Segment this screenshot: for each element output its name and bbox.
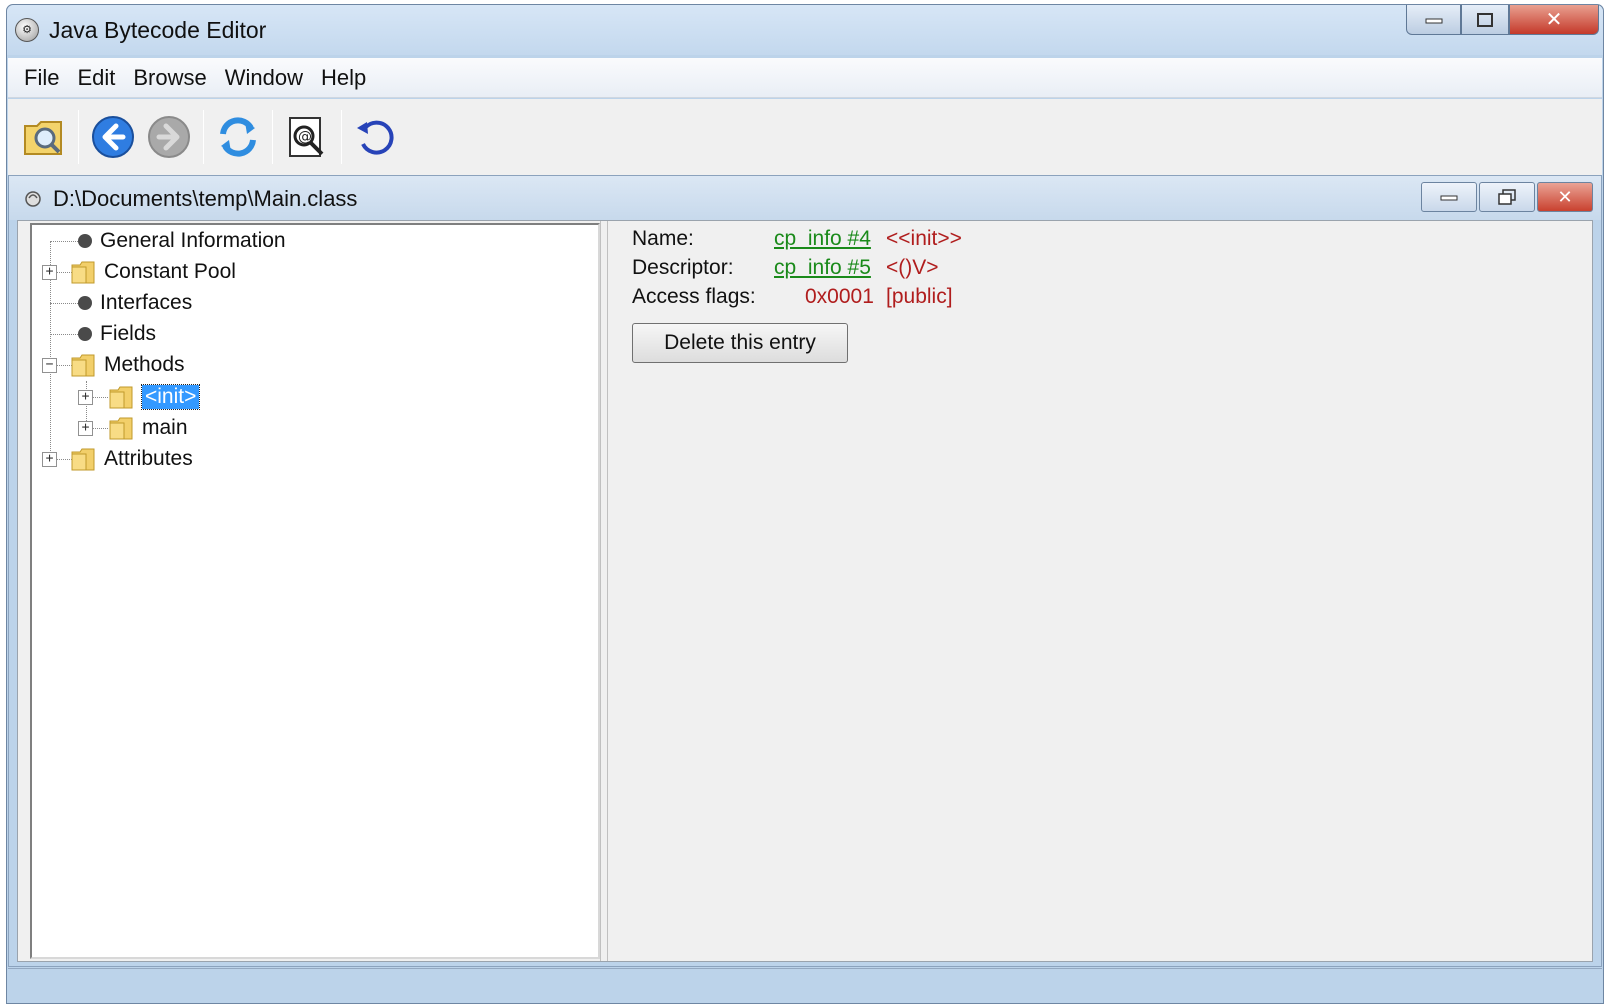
name-label: Name:	[632, 227, 694, 250]
search-button[interactable]: @	[279, 109, 335, 165]
toolbar-separator	[272, 110, 273, 164]
refresh-button[interactable]	[348, 109, 404, 165]
forward-icon	[148, 116, 190, 158]
menu-bar: File Edit Browse Window Help	[8, 58, 1602, 98]
folder-icon	[109, 417, 133, 440]
tree-node-label: Interfaces	[100, 291, 193, 314]
frame-title-bar[interactable]: D:\Documents\temp\Main.class ✕	[9, 176, 1601, 220]
caption-buttons: ✕	[1406, 5, 1599, 37]
name-value: <<init>>	[886, 227, 962, 250]
tree-node-label: General Information	[100, 229, 286, 252]
expand-toggle[interactable]: +	[42, 265, 57, 280]
tree-node-label: Methods	[104, 353, 185, 376]
app-window: ⚙ Java Bytecode Editor ✕ File Edit Brows…	[6, 4, 1604, 1004]
menu-edit[interactable]: Edit	[68, 65, 124, 91]
frame-title: D:\Documents\temp\Main.class	[53, 186, 358, 211]
window-bottom-border	[8, 968, 1602, 988]
tree-node-fields[interactable]: Fields	[76, 319, 156, 349]
maximize-icon	[1477, 12, 1493, 27]
window-title: Java Bytecode Editor	[49, 17, 267, 43]
tree-node-constant-pool[interactable]: Constant Pool	[70, 257, 236, 287]
toolbar: @	[8, 99, 1602, 175]
close-icon: ✕	[1557, 186, 1573, 207]
tree-node-methods[interactable]: Methods	[70, 350, 185, 380]
tree-node-label: <init>	[140, 384, 201, 410]
reload-button[interactable]	[210, 109, 266, 165]
descriptor-cp-link[interactable]: cp_info #5	[774, 256, 871, 280]
svg-text:@: @	[298, 129, 312, 145]
close-button[interactable]: ✕	[1509, 5, 1599, 35]
tree-node-general-information[interactable]: General Information	[76, 226, 286, 256]
tree-node-label: Constant Pool	[104, 260, 236, 283]
method-details-pane: Name: cp_info #4 <<init>> Descriptor: cp…	[610, 223, 1582, 959]
toolbar-separator	[341, 110, 342, 164]
collapse-toggle[interactable]: −	[42, 358, 57, 373]
menu-file[interactable]: File	[15, 65, 68, 91]
frame-restore-button[interactable]	[1479, 182, 1535, 212]
tree-node-main-method[interactable]: main	[108, 413, 188, 443]
tree-node-attributes[interactable]: Attributes	[70, 444, 193, 474]
tree-node-label: Fields	[100, 322, 157, 345]
restore-icon	[1498, 189, 1516, 205]
menu-browse[interactable]: Browse	[124, 65, 215, 91]
frame-minimize-button[interactable]	[1421, 182, 1477, 212]
delete-entry-button[interactable]: Delete this entry	[632, 323, 848, 363]
folder-icon	[109, 386, 133, 409]
tree-node-init-method[interactable]: <init>	[108, 382, 201, 412]
open-class-icon	[24, 121, 62, 155]
minimize-icon	[1440, 195, 1458, 201]
frame-buttons: ✕	[1421, 182, 1593, 212]
expand-toggle[interactable]: +	[78, 421, 93, 436]
title-bar[interactable]: ⚙ Java Bytecode Editor ✕	[7, 5, 1603, 55]
tree-node-label: Attributes	[104, 447, 193, 470]
descriptor-value: <()V>	[886, 256, 939, 279]
minimize-button[interactable]	[1406, 5, 1461, 35]
frame-close-button[interactable]: ✕	[1537, 182, 1593, 212]
folder-icon	[71, 261, 95, 284]
folder-icon	[71, 448, 95, 471]
expand-toggle[interactable]: +	[78, 390, 93, 405]
folder-icon	[71, 354, 95, 377]
name-cp-link[interactable]: cp_info #4	[774, 227, 871, 251]
leaf-node-icon	[78, 296, 92, 310]
leaf-node-icon	[78, 234, 92, 248]
tree-node-interfaces[interactable]: Interfaces	[76, 288, 192, 318]
back-icon	[92, 116, 134, 158]
access-flags-description: [public]	[886, 285, 953, 308]
forward-button[interactable]	[141, 109, 197, 165]
back-button[interactable]	[85, 109, 141, 165]
class-file-icon	[25, 191, 41, 207]
expand-toggle[interactable]: +	[42, 452, 57, 467]
search-icon: @	[289, 117, 324, 157]
tree-node-label: main	[142, 416, 188, 439]
leaf-node-icon	[78, 327, 92, 341]
close-icon: ✕	[1545, 9, 1563, 31]
minimize-icon	[1425, 18, 1442, 23]
menu-window[interactable]: Window	[216, 65, 312, 91]
class-file-frame: D:\Documents\temp\Main.class ✕ General I…	[8, 175, 1602, 967]
refresh-icon	[357, 120, 394, 155]
split-pane: General Information + Constant Pool Inte…	[17, 220, 1593, 962]
toolbar-separator	[78, 110, 79, 164]
access-flags-label: Access flags:	[632, 285, 756, 308]
maximize-button[interactable]	[1461, 5, 1509, 35]
descriptor-label: Descriptor:	[632, 256, 734, 279]
toolbar-separator	[203, 110, 204, 164]
app-icon: ⚙	[15, 18, 39, 42]
split-divider[interactable]	[600, 221, 608, 961]
class-tree[interactable]: General Information + Constant Pool Inte…	[30, 223, 600, 959]
menu-help[interactable]: Help	[312, 65, 375, 91]
access-flags-value: 0x0001	[805, 285, 874, 308]
reload-icon	[220, 117, 256, 157]
open-class-button[interactable]	[16, 109, 72, 165]
